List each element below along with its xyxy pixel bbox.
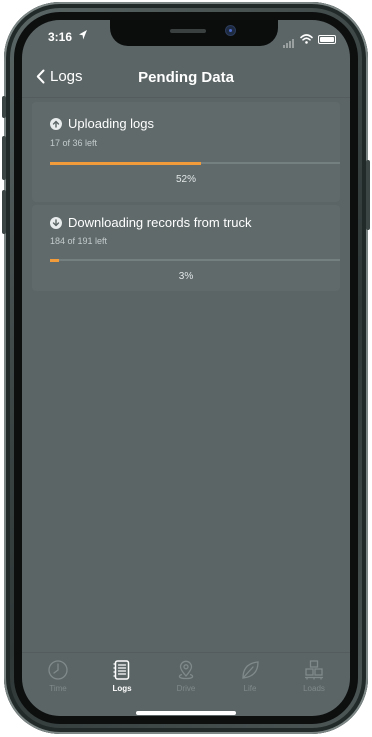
home-indicator[interactable] bbox=[136, 711, 236, 715]
tab-label: Time bbox=[49, 684, 67, 693]
location-arrow-icon bbox=[79, 30, 87, 40]
tab-label: Logs bbox=[112, 684, 132, 693]
cellular-signal-icon bbox=[283, 30, 295, 48]
tab-label: Life bbox=[243, 684, 257, 693]
transfer-header: Uploading logs bbox=[50, 116, 154, 131]
tab-label: Drive bbox=[176, 684, 196, 693]
tab-bar: Time Logs Drive Life Loads bbox=[22, 652, 350, 702]
tab-life[interactable]: Life bbox=[220, 653, 280, 702]
clock-icon bbox=[48, 660, 68, 680]
transfer-remaining: 184 of 191 left bbox=[50, 236, 108, 246]
tab-loads[interactable]: Loads bbox=[284, 653, 344, 702]
tab-label: Loads bbox=[303, 684, 325, 693]
notch bbox=[110, 20, 278, 46]
transfer-card-upload: Uploading logs 17 of 36 left 52% bbox=[32, 102, 340, 202]
progress-fill bbox=[50, 161, 201, 165]
page-title: Pending Data bbox=[138, 69, 234, 86]
transfer-title: Uploading logs bbox=[68, 116, 155, 131]
silent-switch bbox=[2, 96, 6, 118]
wifi-icon bbox=[300, 34, 313, 44]
transfer-remaining: 17 of 36 left bbox=[50, 138, 98, 148]
progress-bar bbox=[50, 258, 340, 262]
navigation-bar: Logs Pending Data bbox=[22, 66, 350, 98]
transfer-card-download: Downloading records from truck 184 of 19… bbox=[32, 205, 340, 291]
app-screen: 3:16 Logs Pending Data Uploading logs 17… bbox=[22, 20, 350, 716]
pallet-boxes-icon bbox=[305, 660, 323, 680]
transfer-header: Downloading records from truck bbox=[50, 215, 252, 230]
leaf-icon bbox=[242, 661, 259, 679]
tab-time[interactable]: Time bbox=[28, 653, 88, 702]
battery-icon bbox=[318, 34, 336, 44]
map-pin-icon bbox=[178, 660, 194, 680]
tab-logs[interactable]: Logs bbox=[92, 653, 152, 702]
speaker-grille bbox=[170, 29, 206, 33]
transfer-title: Downloading records from truck bbox=[68, 215, 252, 230]
progress-percent: 52% bbox=[175, 174, 196, 185]
power-button bbox=[366, 160, 370, 230]
logbook-icon bbox=[113, 660, 130, 680]
status-indicators bbox=[283, 30, 336, 48]
status-time: 3:16 bbox=[48, 30, 73, 44]
upload-arrow-icon bbox=[50, 117, 62, 130]
progress-percent: 3% bbox=[178, 271, 194, 282]
progress-bar bbox=[50, 161, 340, 165]
front-camera bbox=[226, 26, 235, 35]
download-arrow-icon bbox=[50, 216, 62, 229]
volume-up-button bbox=[2, 136, 6, 180]
progress-fill bbox=[50, 258, 59, 262]
volume-down-button bbox=[2, 190, 6, 234]
tab-drive[interactable]: Drive bbox=[156, 653, 216, 702]
